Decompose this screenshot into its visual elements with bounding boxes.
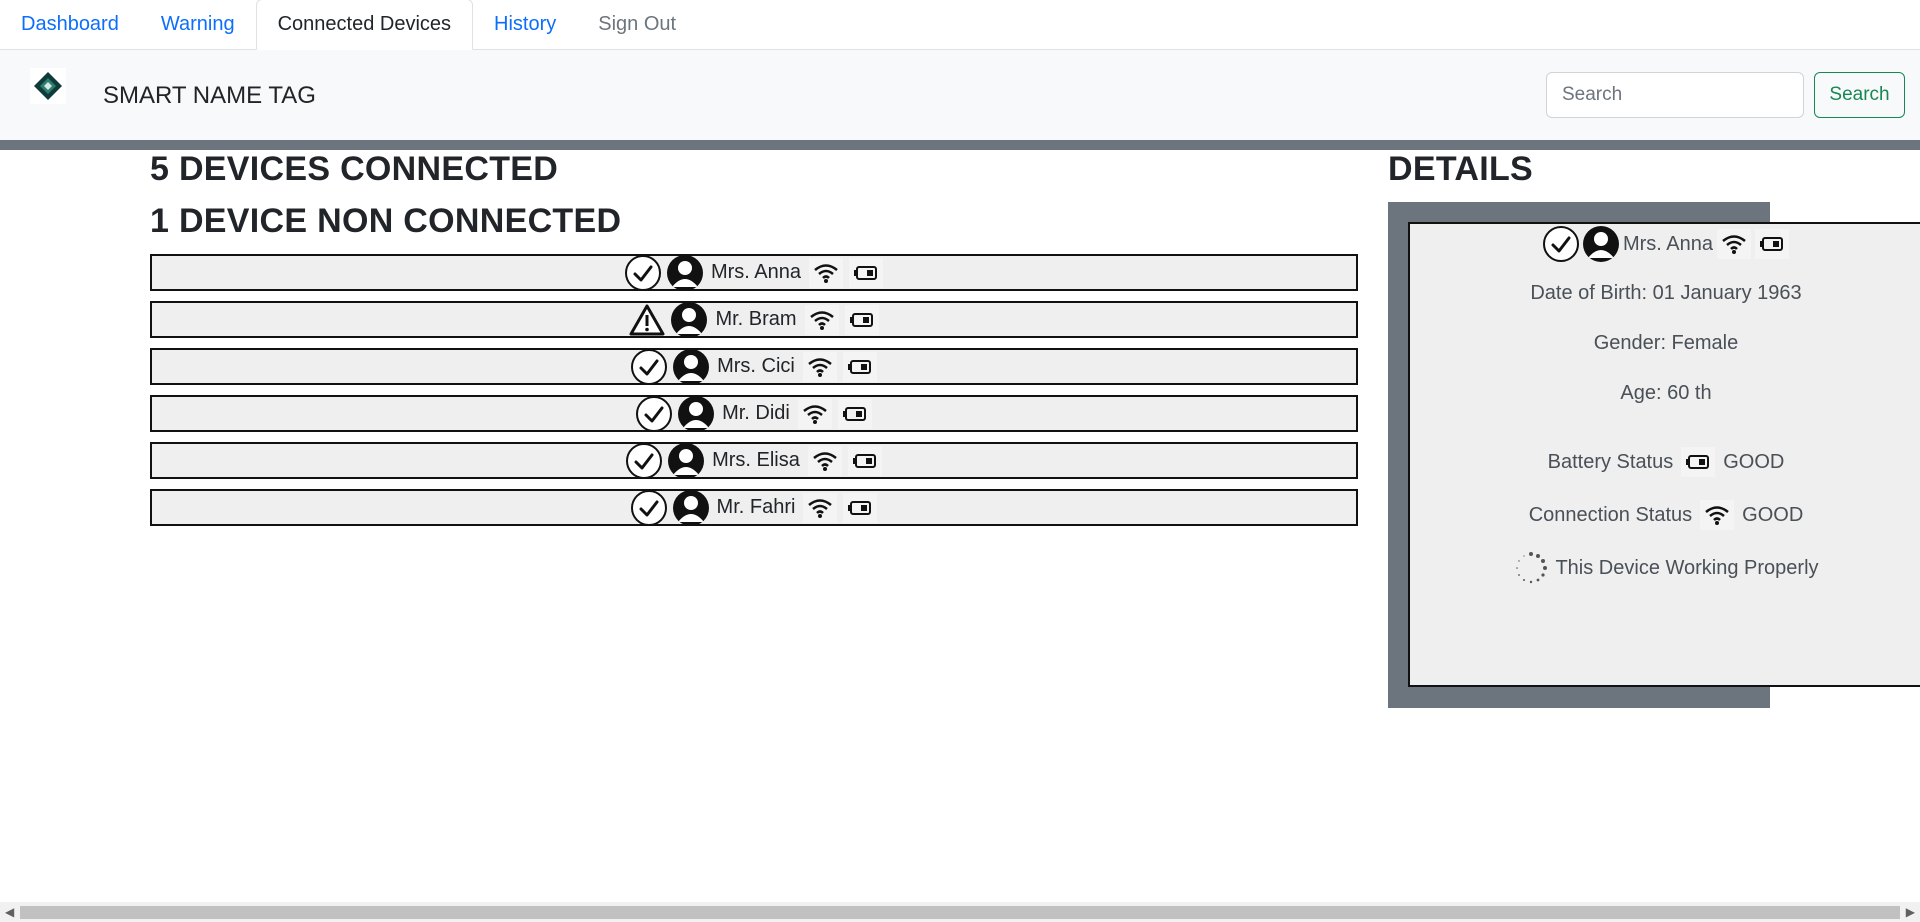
details-dob: Date of Birth: 01 January 1963 [1530,282,1802,304]
check-icon [624,254,661,291]
battery-icon [847,445,882,476]
battery-icon [1755,229,1790,259]
battery-icon [849,257,884,288]
wifi-icon [803,492,838,523]
horizontal-scrollbar[interactable]: ◀ ▶ [0,902,1920,922]
device-row[interactable]: Mr. Fahri [150,489,1358,526]
check-icon [630,489,667,526]
wifi-icon [1717,229,1752,259]
user-avatar-icon [671,301,708,338]
check-icon [626,442,663,479]
check-icon [1542,226,1579,262]
user-avatar-icon [668,442,705,479]
device-row[interactable]: Mrs. Cici [150,348,1358,385]
wifi-icon [1700,500,1735,530]
wifi-icon [807,445,842,476]
working-status-text: This Device Working Properly [1555,556,1819,579]
battery-status-value: GOOD [1723,450,1785,473]
device-name: Mrs. Elisa [712,449,800,471]
check-icon [631,348,668,385]
details-connection-status: Connection Status GOOD [1410,495,1920,535]
tab-connected-devices[interactable]: Connected Devices [255,0,474,50]
loading-spinner-icon [1513,550,1549,586]
details-name: Mrs. Anna [1622,232,1714,255]
wifi-icon [797,398,832,429]
navbar: SMART NAME TAG Search [0,50,1920,140]
device-row[interactable]: Mr. Didi [150,395,1358,432]
brand-title: SMART NAME TAG [103,82,316,109]
connection-status-label: Connection Status [1528,503,1693,526]
battery-icon [1681,447,1716,477]
details-age: Age: 60 th [1620,382,1712,404]
battery-icon [842,351,877,382]
device-name: Mr. Fahri [716,496,796,518]
details-title: DETAILS [1388,150,1534,188]
battery-icon [837,398,872,429]
device-name: Mrs. Anna [710,261,802,283]
device-row[interactable]: Mrs. Anna [150,254,1358,291]
user-avatar-icon [673,348,710,385]
battery-icon [843,492,878,523]
wifi-icon [802,351,837,382]
battery-status-label: Battery Status [1547,450,1674,473]
user-avatar-icon [678,395,715,432]
tab-dashboard[interactable]: Dashboard [0,0,140,49]
details-working-status: This Device Working Properly [1410,548,1920,588]
wifi-icon [809,257,844,288]
details-battery-status: Battery Status GOOD [1410,442,1920,482]
warning-icon [629,303,665,337]
search-input[interactable] [1546,72,1804,118]
device-row[interactable]: Mrs. Elisa [150,442,1358,479]
user-avatar-icon [1582,226,1619,262]
battery-icon [844,304,879,335]
details-gender: Gender: Female [1593,332,1739,354]
nav-tabs: Dashboard Warning Connected Devices Hist… [0,0,1920,50]
scroll-left-arrow-icon[interactable]: ◀ [5,905,14,919]
connection-status-value: GOOD [1742,503,1804,526]
header-divider [0,140,1920,150]
check-icon [636,395,673,432]
device-name: Mrs. Cici [717,355,795,377]
scrollbar-thumb[interactable] [20,906,1900,919]
connected-count: 5 DEVICES CONNECTED [150,150,559,188]
search-button[interactable]: Search [1814,72,1905,118]
scroll-right-arrow-icon[interactable]: ▶ [1906,905,1915,919]
tab-history[interactable]: History [473,0,577,49]
tab-sign-out[interactable]: Sign Out [577,0,697,49]
user-avatar-icon [666,254,703,291]
user-avatar-icon [672,489,709,526]
logo-icon[interactable] [30,68,66,104]
tab-warning[interactable]: Warning [140,0,256,49]
details-card: Mrs. Anna Date of Birth: 01 January 1963… [1408,222,1920,687]
device-name: Mr. Bram [715,308,797,330]
wifi-icon [804,304,839,335]
non-connected-count: 1 DEVICE NON CONNECTED [150,202,622,240]
device-row[interactable]: Mr. Bram [150,301,1358,338]
device-name: Mr. Didi [722,402,790,424]
details-header: Mrs. Anna [1410,224,1920,264]
